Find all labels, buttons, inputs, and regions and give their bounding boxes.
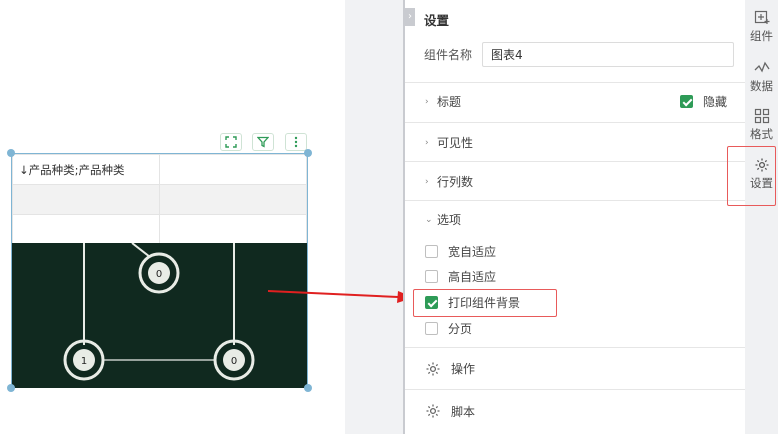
section-options[interactable]: ⌄ 选项 [405,200,745,238]
gear-icon [426,362,440,375]
canvas-gutter [345,0,403,434]
strip-item-label: 组件 [750,29,773,43]
background-picture: 0 1 0 [12,243,307,388]
more-icon[interactable] [285,133,307,151]
component-name-input[interactable] [482,42,734,67]
section-options-label: 选项 [437,213,462,227]
section-title[interactable]: › 标题 隐藏 [405,82,745,120]
hide-title-label: 隐藏 [702,95,727,109]
add-component-icon [754,10,769,24]
strip-item-label: 格式 [750,127,773,141]
strip-item-label: 数据 [750,79,773,93]
highlight-box [727,146,776,206]
chevron-right-icon: › [425,96,429,107]
print-background-checkbox[interactable] [425,296,438,309]
data-icon [754,61,770,73]
hide-title-checkbox[interactable] [679,95,693,108]
option-label: 分页 [448,322,473,336]
section-operation-label: 操作 [451,362,476,376]
strip-item-components[interactable]: 组件 [745,10,778,44]
option-print-background[interactable]: 打印组件背景 [425,294,520,311]
fit-height-checkbox[interactable] [425,270,438,283]
section-visibility[interactable]: › 可见性 [405,122,745,162]
component-name-label: 组件名称 [424,48,473,62]
resize-handle[interactable] [7,384,15,392]
strip-item-format[interactable]: 格式 [745,108,778,142]
paging-checkbox[interactable] [425,322,438,335]
fit-width-checkbox[interactable] [425,245,438,258]
section-script[interactable]: 脚本 [405,389,745,432]
strip-item-data[interactable]: 数据 [745,60,778,94]
option-fit-height[interactable]: 高自适应 [425,268,496,285]
section-operation[interactable]: 操作 [405,347,745,389]
table-cell [159,214,307,245]
collapse-panel-icon[interactable]: › [405,8,415,26]
settings-panel: › 设置 组件名称 › 标题 隐藏 › 可见性 › 行列数 ⌄ 选项 宽自适应 … [403,0,745,434]
panel-title: 设置 [424,13,450,28]
table-cell [159,154,307,185]
table-cell [12,214,160,245]
section-script-label: 脚本 [451,404,476,419]
option-label: 宽自适应 [448,245,497,259]
chevron-down-icon: ⌄ [425,214,433,225]
option-paging[interactable]: 分页 [425,320,472,337]
resize-handle[interactable] [7,149,15,157]
section-rows-cols[interactable]: › 行列数 [405,161,745,201]
format-icon [754,108,769,124]
option-label: 打印组件背景 [448,296,521,310]
fullscreen-icon[interactable] [220,133,242,151]
option-fit-width[interactable]: 宽自适应 [425,243,496,260]
section-visibility-label: 可见性 [437,136,474,150]
resize-handle[interactable] [304,149,312,157]
crosstab-table: ↓产品种类;产品种类 [12,154,307,245]
table-cell [159,184,307,215]
section-title-label: 标题 [437,95,462,109]
chart-widget[interactable]: ↓产品种类;产品种类 0 1 0 [7,149,312,392]
gear-icon [426,404,440,418]
chevron-right-icon: › [425,137,429,148]
annotation-arrow [268,290,414,303]
table-cell [12,184,160,215]
table-header-cell[interactable]: ↓产品种类;产品种类 [12,154,160,185]
node-label: 1 [81,356,87,367]
node-label: 0 [156,269,162,280]
component-name-row: 组件名称 [424,42,734,67]
widget-toolbar [220,133,307,151]
option-label: 高自适应 [448,270,497,284]
chevron-right-icon: › [425,176,429,187]
side-toolbar: 组件 数据 格式 设置 [745,0,778,434]
section-rows-cols-label: 行列数 [437,175,474,189]
resize-handle[interactable] [304,384,312,392]
node-label: 0 [231,356,237,367]
filter-icon[interactable] [252,133,274,151]
